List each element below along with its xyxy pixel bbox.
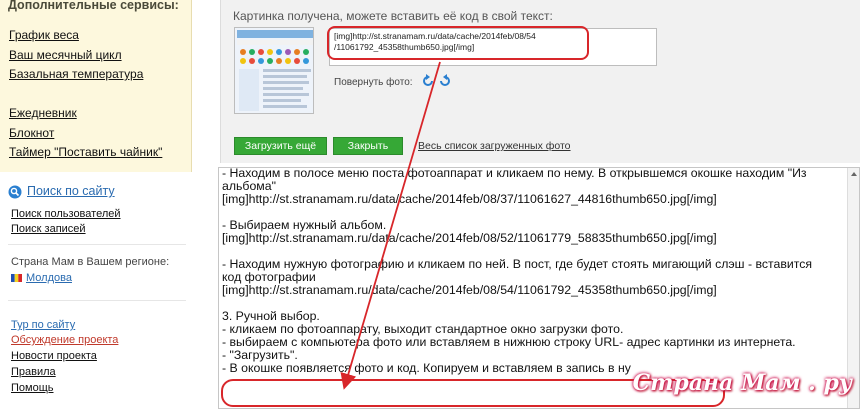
editor-line: [img]http://st.stranamam.ru/data/cache/2… (222, 283, 717, 297)
link-monthly-cycle[interactable]: Ваш месячный цикл (9, 48, 122, 62)
link-notepad[interactable]: Блокнот (9, 126, 54, 140)
region-label: Страна Мам в Вашем регионе: (11, 256, 170, 268)
rotate-right-icon[interactable] (438, 74, 452, 88)
close-button[interactable]: Закрыть (333, 137, 403, 155)
link-basal-temperature[interactable]: Базальная температура (9, 67, 143, 81)
link-project-discussion[interactable]: Обсуждение проекта (11, 334, 118, 346)
services-heading: Дополнительные сервисы: (8, 0, 179, 12)
link-site-tour[interactable]: Тур по сайту (11, 319, 75, 331)
divider (8, 244, 186, 245)
link-rules[interactable]: Правила (11, 366, 56, 378)
moldova-flag-icon (11, 274, 22, 282)
scroll-up-arrow-icon[interactable] (851, 172, 857, 176)
services-panel: Дополнительные сервисы: График веса Ваш … (0, 0, 192, 172)
link-kettle-timer[interactable]: Таймер "Поставить чайник" (9, 145, 162, 159)
link-weight-chart[interactable]: График веса (9, 28, 79, 42)
editor-line: - Находим в полосе меню поста фотоаппара… (222, 167, 807, 180)
link-search-users[interactable]: Поиск пользователей (11, 208, 121, 220)
code-highlight-annotation (327, 26, 589, 60)
rotate-photo-label: Повернуть фото: (334, 77, 413, 88)
photo-upload-panel: Картинка получена, можете вставить её ко… (220, 0, 860, 163)
link-planner[interactable]: Ежедневник (9, 106, 77, 120)
upload-caption: Картинка получена, можете вставить её ко… (233, 9, 553, 23)
search-icon (8, 185, 22, 199)
link-search-posts[interactable]: Поиск записей (11, 223, 86, 235)
divider (8, 300, 186, 301)
editor-line: [img]http://st.stranamam.ru/data/cache/2… (222, 231, 717, 245)
site-watermark: Страна Мам . ру (632, 370, 852, 396)
link-help[interactable]: Помощь (11, 382, 54, 394)
editor-line: - выбираем с компьютера фото или вставля… (222, 335, 796, 349)
upload-more-button[interactable]: Загрузить ещё (234, 137, 327, 155)
rotate-left-icon[interactable] (421, 74, 435, 88)
thumbnail-image (235, 28, 313, 113)
sidebar: Дополнительные сервисы: График веса Ваш … (0, 0, 214, 409)
search-site-link[interactable]: Поиск по сайту (27, 184, 115, 198)
region-link[interactable]: Молдова (26, 272, 72, 284)
editor-line: [img]http://st.stranamam.ru/data/cache/2… (222, 192, 717, 206)
all-uploaded-photos-link[interactable]: Весь список загруженных фото (418, 140, 571, 152)
editor-content: - Находим в полосе меню поста фотоаппара… (222, 167, 844, 375)
link-project-news[interactable]: Новости проекта (11, 350, 97, 362)
uploaded-photo-thumbnail (234, 27, 314, 114)
